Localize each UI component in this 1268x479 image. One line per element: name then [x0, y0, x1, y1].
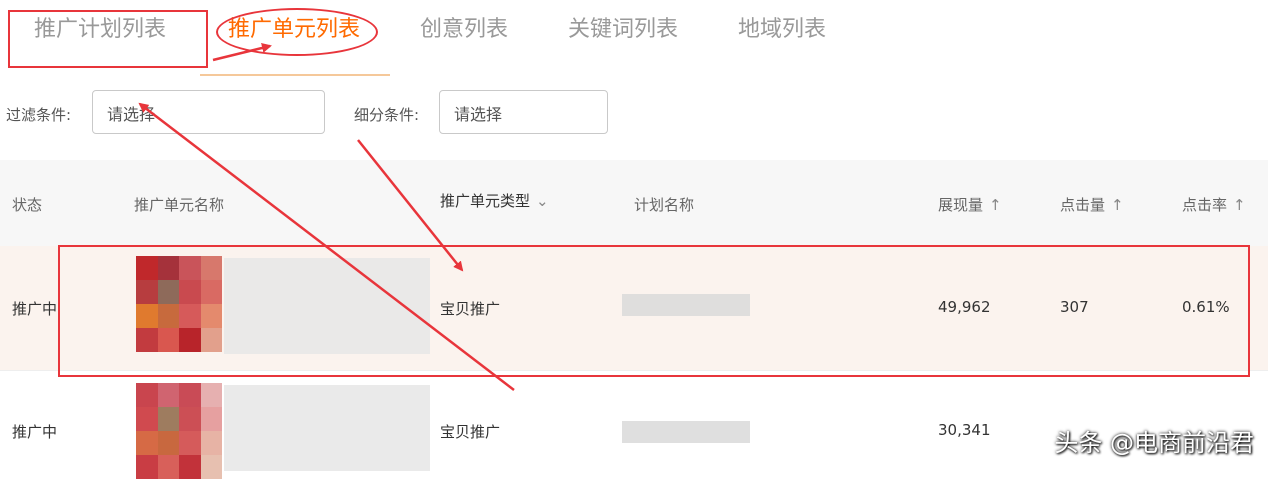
redacted-plan-name: [622, 421, 750, 443]
tab-keyword-list[interactable]: 关键词列表: [568, 14, 678, 46]
column-header-unit-type[interactable]: 推广单元类型 ⌄: [440, 190, 549, 211]
status-cell: 推广中: [12, 423, 58, 441]
product-thumbnail: [136, 256, 222, 352]
filter-label: 过滤条件:: [6, 106, 72, 124]
column-header-ctr[interactable]: 点击率 ↑: [1182, 194, 1246, 215]
sort-up-arrow-icon: ↑: [1233, 196, 1246, 214]
filter-select[interactable]: 请选择: [92, 90, 325, 134]
tab-campaign-list[interactable]: 推广计划列表: [34, 14, 166, 46]
tab-unit-list[interactable]: 推广单元列表: [228, 14, 360, 46]
segment-select[interactable]: 请选择: [439, 90, 608, 134]
redacted-unit-name: [224, 385, 430, 471]
column-header-unit-name: 推广单元名称: [134, 196, 225, 214]
product-thumbnail: [136, 383, 222, 479]
column-header-clicks-label: 点击量: [1060, 196, 1106, 214]
unit-type-cell: 宝贝推广: [440, 300, 501, 318]
column-header-status: 状态: [12, 196, 43, 214]
column-header-impressions-label: 展现量: [938, 196, 984, 214]
segment-label: 细分条件:: [354, 106, 420, 124]
column-header-unit-type-label: 推广单元类型: [440, 192, 531, 210]
impressions-cell: 30,341: [938, 421, 991, 439]
column-header-plan-name: 计划名称: [634, 196, 695, 214]
column-header-impressions[interactable]: 展现量 ↑: [938, 194, 1002, 215]
redacted-unit-name: [224, 258, 430, 354]
active-tab-underline: [200, 74, 390, 76]
redacted-plan-name: [622, 294, 750, 316]
chevron-down-icon: ⌄: [536, 192, 549, 210]
table-row[interactable]: 推广中 宝贝推广 49,962 307 0.61%: [0, 246, 1268, 370]
table-header: 状态 推广单元名称 推广单元类型 ⌄ 计划名称 展现量 ↑ 点击量 ↑ 点击率 ↑: [0, 160, 1268, 246]
column-header-clicks[interactable]: 点击量 ↑: [1060, 194, 1124, 215]
unit-type-cell: 宝贝推广: [440, 423, 501, 441]
column-header-ctr-label: 点击率: [1182, 196, 1228, 214]
ctr-cell: 0.61%: [1182, 298, 1230, 316]
sort-up-arrow-icon: ↑: [989, 196, 1002, 214]
status-cell: 推广中: [12, 300, 58, 318]
watermark-text: 头条 @电商前沿君: [1054, 429, 1254, 457]
sort-up-arrow-icon: ↑: [1111, 196, 1124, 214]
impressions-cell: 49,962: [938, 298, 991, 316]
tab-bar: 推广计划列表 推广单元列表 创意列表 关键词列表 地域列表: [0, 0, 1268, 78]
clicks-cell: 307: [1060, 298, 1089, 316]
tab-creative-list[interactable]: 创意列表: [420, 14, 508, 46]
tab-region-list[interactable]: 地域列表: [738, 14, 826, 46]
